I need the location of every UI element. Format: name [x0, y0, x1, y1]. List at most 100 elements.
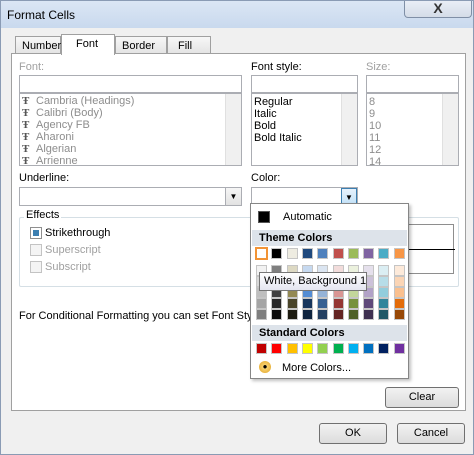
- font-style-list[interactable]: Regular Italic Bold Bold Italic: [251, 93, 358, 166]
- color-swatch[interactable]: [363, 309, 375, 320]
- automatic-color-option[interactable]: Automatic: [252, 205, 407, 227]
- color-swatch[interactable]: [378, 276, 390, 287]
- tab-number[interactable]: Number: [15, 36, 61, 54]
- dialog-title: Format Cells: [7, 8, 76, 22]
- tab-fill[interactable]: Fill: [167, 36, 211, 54]
- color-swatch[interactable]: [271, 298, 283, 309]
- color-label: Color:: [251, 172, 281, 184]
- underline-select[interactable]: ▼: [19, 187, 242, 206]
- color-swatch[interactable]: [286, 248, 298, 259]
- cancel-button[interactable]: Cancel: [397, 423, 465, 444]
- color-swatch[interactable]: [271, 343, 283, 354]
- color-swatch[interactable]: [393, 265, 405, 276]
- color-swatch[interactable]: [393, 276, 405, 287]
- color-swatch[interactable]: [301, 298, 313, 309]
- color-swatch[interactable]: [332, 309, 344, 320]
- automatic-label: Automatic: [283, 211, 332, 223]
- color-swatch[interactable]: [301, 248, 313, 259]
- color-swatch[interactable]: [378, 248, 390, 259]
- color-swatch[interactable]: [271, 248, 283, 259]
- superscript-checkbox[interactable]: [30, 244, 42, 256]
- color-swatch[interactable]: [271, 309, 283, 320]
- strikethrough-label: Strikethrough: [45, 227, 111, 239]
- color-swatch[interactable]: [301, 343, 313, 354]
- close-button[interactable]: X: [404, 1, 472, 18]
- color-swatch[interactable]: [393, 298, 405, 309]
- color-swatch[interactable]: [256, 298, 267, 309]
- font-list-item[interactable]: Ŧ Aharoni: [20, 131, 241, 143]
- font-list[interactable]: Ŧ Cambria (Headings) Ŧ Calibri (Body) Ŧ Age…: [19, 93, 242, 166]
- palette-icon: ●: [259, 361, 271, 373]
- tab-border[interactable]: Border: [115, 36, 167, 54]
- color-swatch[interactable]: [286, 343, 298, 354]
- color-swatch[interactable]: [332, 248, 344, 259]
- font-label: Font:: [19, 61, 45, 73]
- color-swatch[interactable]: [347, 309, 359, 320]
- color-swatch[interactable]: [378, 287, 390, 298]
- superscript-label: Superscript: [45, 244, 101, 256]
- color-swatch[interactable]: [393, 248, 405, 259]
- font-list-item[interactable]: Ŧ Agency FB: [20, 119, 241, 131]
- truetype-icon: Ŧ: [22, 155, 30, 166]
- color-swatch[interactable]: [363, 298, 375, 309]
- color-swatch[interactable]: [317, 248, 329, 259]
- tab-font[interactable]: Font: [61, 34, 115, 55]
- color-swatch[interactable]: [347, 298, 359, 309]
- effects-label: Effects: [24, 209, 62, 221]
- ok-button[interactable]: OK: [319, 423, 387, 444]
- color-swatch[interactable]: [255, 247, 268, 260]
- color-swatch[interactable]: [317, 309, 329, 320]
- underline-label: Underline:: [19, 172, 70, 184]
- color-swatch[interactable]: [347, 248, 359, 259]
- color-swatch[interactable]: [378, 265, 390, 276]
- color-swatch[interactable]: [256, 343, 267, 354]
- standard-colors-header: Standard Colors: [252, 325, 407, 341]
- strikethrough-checkbox[interactable]: [30, 227, 42, 239]
- font-list-scrollbar[interactable]: [225, 94, 241, 165]
- more-colors-label: More Colors...: [282, 362, 352, 374]
- automatic-color-swatch: [258, 211, 270, 223]
- color-swatch[interactable]: [378, 298, 390, 309]
- conditional-formatting-note: For Conditional Formatting you can set F…: [19, 310, 279, 322]
- color-swatch[interactable]: [378, 343, 390, 354]
- truetype-icon: Ŧ: [22, 95, 30, 107]
- font-list-item[interactable]: Ŧ Cambria (Headings): [20, 95, 241, 107]
- size-label: Size:: [366, 61, 391, 73]
- font-style-input[interactable]: [251, 75, 358, 93]
- more-colors-option[interactable]: ● More Colors...: [252, 359, 407, 377]
- chevron-down-icon[interactable]: ▼: [225, 188, 241, 205]
- color-swatch[interactable]: [393, 287, 405, 298]
- color-swatch[interactable]: [286, 309, 298, 320]
- font-list-item[interactable]: Ŧ Calibri (Body): [20, 107, 241, 119]
- clear-button[interactable]: Clear: [385, 387, 459, 408]
- title-bar: Format Cells X: [1, 1, 473, 28]
- color-swatch[interactable]: [317, 343, 329, 354]
- size-list[interactable]: 8 9 10 11 12 14: [366, 93, 459, 166]
- preview-line: [409, 249, 455, 250]
- subscript-checkbox[interactable]: [30, 261, 42, 273]
- color-swatch[interactable]: [378, 309, 390, 320]
- size-list-scrollbar[interactable]: [442, 94, 458, 165]
- size-input[interactable]: [366, 75, 459, 93]
- style-list-scrollbar[interactable]: [341, 94, 357, 165]
- color-swatch[interactable]: [286, 298, 298, 309]
- font-list-item[interactable]: Ŧ Algerian: [20, 143, 241, 155]
- font-style-label: Font style:: [251, 61, 302, 73]
- color-swatch[interactable]: [301, 309, 313, 320]
- color-swatch[interactable]: [317, 298, 329, 309]
- font-input[interactable]: [19, 75, 242, 93]
- color-swatch[interactable]: [393, 309, 405, 320]
- color-swatch[interactable]: [332, 298, 344, 309]
- subscript-label: Subscript: [45, 261, 91, 273]
- color-swatch[interactable]: [363, 248, 375, 259]
- color-tooltip: White, Background 1: [259, 272, 367, 291]
- truetype-icon: Ŧ: [22, 107, 30, 119]
- color-swatch[interactable]: [393, 343, 405, 354]
- truetype-icon: Ŧ: [22, 119, 30, 131]
- color-swatch[interactable]: [256, 309, 267, 320]
- font-list-item[interactable]: Ŧ Arrienne: [20, 155, 241, 166]
- color-swatch[interactable]: [332, 343, 344, 354]
- preview-box: [408, 224, 455, 274]
- color-swatch[interactable]: [363, 343, 375, 354]
- color-swatch[interactable]: [347, 343, 359, 354]
